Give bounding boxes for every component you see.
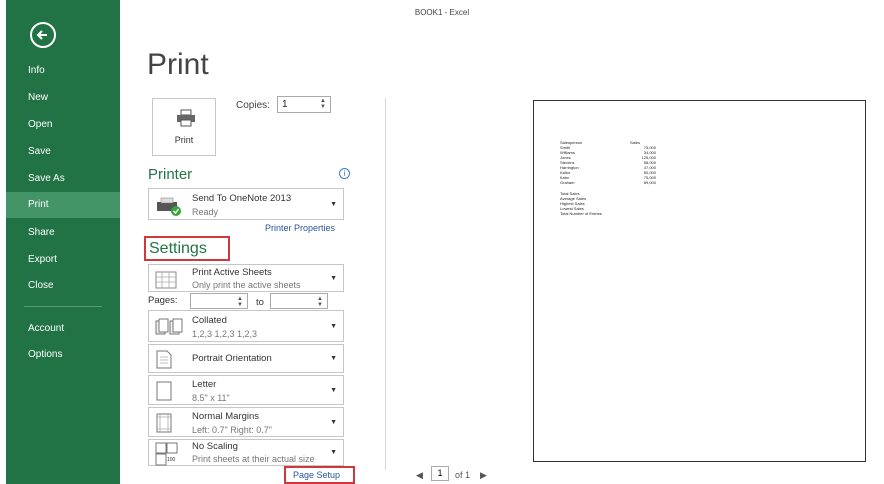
margins-sub: Left: 0.7" Right: 0.7" — [192, 425, 272, 435]
page-total: of 1 — [455, 470, 471, 480]
sheet-row: Graham 89,000 — [560, 180, 656, 185]
pages-from-spinner[interactable]: ▲ ▼ — [237, 296, 243, 308]
copies-label: Copies: — [236, 100, 270, 111]
sidebar-item-share[interactable]: Share — [6, 220, 120, 246]
preview-sheet-content: Salesperson Sales Smith 75,000 Williams 34… — [560, 140, 656, 216]
printer-status: Ready — [192, 207, 219, 217]
paper-size-icon — [156, 381, 172, 401]
printer-icon — [177, 109, 195, 127]
scaling-icon-label: 100 — [167, 457, 176, 463]
collated-icon — [155, 318, 183, 335]
margins-dropdown[interactable]: Normal Margins Left: 0.7" Right: 0.7" ▼ — [148, 407, 344, 437]
sidebar-item-close[interactable]: Close — [6, 273, 120, 299]
chevron-down-icon: ▼ — [330, 201, 337, 208]
panel-divider — [385, 98, 386, 470]
backstage-sidebar: Info New Open Save Save As Print Share E… — [6, 0, 120, 484]
copies-input[interactable]: 1 ▲ ▼ — [277, 96, 331, 113]
page-setup-highlight — [284, 466, 355, 484]
chevron-down-icon: ▼ — [330, 387, 337, 394]
margins-main: Normal Margins — [192, 411, 260, 422]
sidebar-item-info[interactable]: Info — [6, 58, 120, 84]
previous-page-icon[interactable]: ◀ — [416, 470, 423, 481]
page-title: Print — [147, 48, 209, 81]
portrait-page-icon — [156, 350, 172, 369]
sidebar-divider — [24, 306, 102, 307]
scaling-sub: Print sheets at their actual size — [192, 454, 315, 464]
pages-label: Pages: — [148, 295, 178, 306]
sidebar-item-print[interactable]: Print — [6, 192, 120, 218]
sidebar-item-export[interactable]: Export — [6, 247, 120, 273]
printer-section-title: Printer — [148, 166, 193, 183]
paper-size-main: Letter — [192, 379, 217, 390]
sheet-summary-label: Total Number of Entries — [560, 211, 602, 216]
margins-icon — [156, 413, 172, 433]
sidebar-item-open[interactable]: Open — [6, 112, 120, 138]
sheet-cell-name: Graham — [560, 180, 575, 185]
chevron-down-icon: ▼ — [330, 275, 337, 282]
print-what-sub: Only print the active sheets — [192, 280, 301, 290]
print-what-dropdown[interactable]: Print Active Sheets Only print the activ… — [148, 264, 344, 292]
next-page-icon[interactable]: ▶ — [480, 470, 487, 481]
collation-dropdown[interactable]: Collated 1,2,3 1,2,3 1,2,3 ▼ — [148, 310, 344, 342]
paper-size-dropdown[interactable]: Letter 8.5" x 11" ▼ — [148, 375, 344, 405]
printer-properties-link[interactable]: Printer Properties — [265, 223, 335, 233]
printer-ready-icon — [157, 197, 181, 216]
print-button[interactable]: Print — [152, 98, 216, 156]
print-button-label: Print — [174, 135, 194, 145]
chevron-down-icon: ▼ — [330, 355, 337, 362]
window-title: BOOK1 - Excel — [414, 8, 470, 17]
orientation-dropdown[interactable]: Portrait Orientation ▼ — [148, 344, 344, 373]
chevron-down-icon: ▼ — [330, 449, 337, 456]
chevron-down-icon: ▼ — [330, 323, 337, 330]
pages-to-label: to — [256, 297, 264, 308]
sidebar-item-options[interactable]: Options — [6, 342, 120, 368]
sidebar-item-new[interactable]: New — [6, 85, 120, 111]
sheet-cell-sales: 89,000 — [643, 180, 656, 185]
info-icon[interactable]: i — [339, 168, 350, 179]
pages-from-input[interactable]: ▲ ▼ — [190, 293, 248, 309]
chevron-down-icon: ▼ — [330, 419, 337, 426]
collation-sub: 1,2,3 1,2,3 1,2,3 — [192, 329, 258, 339]
sheet-icon — [155, 271, 177, 289]
copies-value: 1 — [282, 99, 288, 110]
scaling-main: No Scaling — [192, 441, 238, 452]
collation-main: Collated — [192, 315, 227, 326]
orientation-main: Portrait Orientation — [192, 353, 272, 364]
paper-size-sub: 8.5" x 11" — [192, 393, 230, 403]
page-number-input[interactable]: 1 — [431, 466, 449, 481]
print-what-main: Print Active Sheets — [192, 267, 272, 278]
settings-highlight — [144, 236, 230, 261]
scaling-dropdown[interactable]: 100 No Scaling Print sheets at their act… — [148, 439, 344, 466]
sidebar-item-save[interactable]: Save — [6, 139, 120, 165]
copies-spinner[interactable]: ▲ ▼ — [320, 98, 326, 110]
printer-name: Send To OneNote 2013 — [192, 193, 292, 204]
pages-to-spinner[interactable]: ▲ ▼ — [317, 296, 323, 308]
printer-dropdown[interactable]: Send To OneNote 2013 Ready ▼ — [148, 188, 344, 220]
pages-to-input[interactable]: ▲ ▼ — [270, 293, 328, 309]
sidebar-item-account[interactable]: Account — [6, 316, 120, 342]
back-arrow-icon[interactable] — [30, 22, 56, 48]
sidebar-item-save-as[interactable]: Save As — [6, 166, 120, 192]
